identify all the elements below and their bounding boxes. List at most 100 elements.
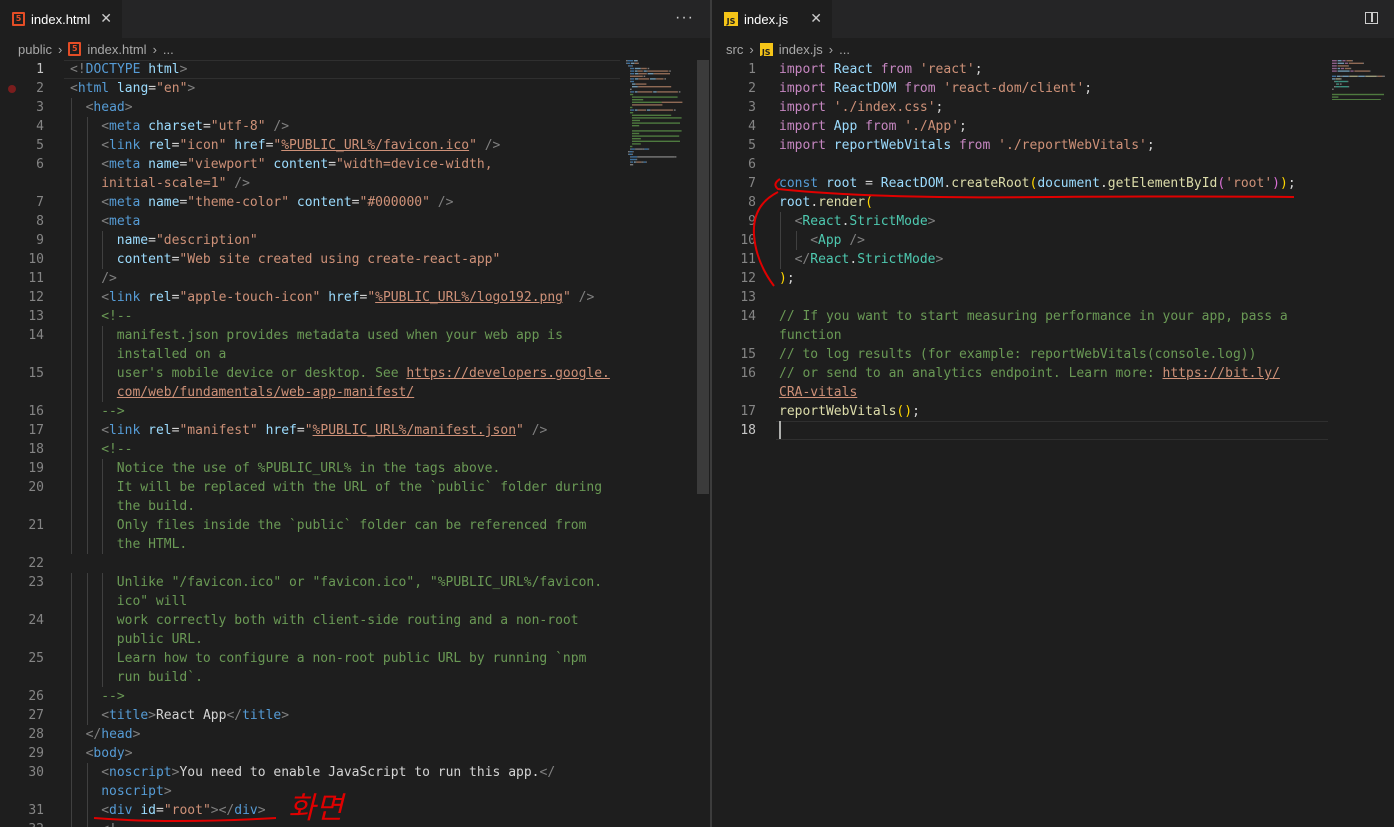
line-number[interactable]: 25 [0,649,44,668]
line-number[interactable]: 12 [0,288,44,307]
code-line[interactable]: 26 --> [0,687,710,706]
vertical-scrollbar[interactable] [697,60,709,494]
line-number[interactable]: 10 [0,250,44,269]
code-line[interactable]: 10 <App /> [712,231,1394,250]
code-line[interactable]: 12); [712,269,1394,288]
code-line[interactable]: 3 import './index.css'; [712,98,1394,117]
line-number[interactable]: 7 [712,174,756,193]
more-actions-icon[interactable]: ··· [675,9,694,27]
code-line[interactable]: 13 [712,288,1394,307]
split-editor-icon[interactable] [1365,12,1378,24]
close-icon[interactable]: ✕ [810,10,822,27]
line-number[interactable]: 1 [712,60,756,79]
code-line[interactable]: 11 </React.StrictMode> [712,250,1394,269]
breadcrumb-file[interactable]: index.js [779,42,823,57]
line-number[interactable]: 17 [0,421,44,440]
line-number[interactable]: 1 [0,60,44,79]
line-number[interactable]: 6 [0,155,44,174]
line-number[interactable]: 10 [712,231,756,250]
code-line[interactable]: 18 <!-- [0,440,710,459]
line-number[interactable]: 8 [712,193,756,212]
line-number[interactable]: 24 [0,611,44,630]
line-number[interactable]: 21 [0,516,44,535]
code-line[interactable]: noscript> [0,782,710,801]
code-line[interactable]: 5 import reportWebVitals from './reportWe… [712,136,1394,155]
code-line[interactable]: 19 Notice the use of %PUBLIC_URL% in the … [0,459,710,478]
line-number[interactable]: 31 [0,801,44,820]
code-line[interactable]: 16 // or send to an analytics endpoint. L… [712,364,1394,383]
code-line[interactable]: 9 name="description" [0,231,710,250]
line-number[interactable]: 11 [0,269,44,288]
line-number[interactable]: 4 [712,117,756,136]
code-line[interactable]: com/web/fundamentals/web-app-manifest/ [0,383,710,402]
code-line[interactable]: 4 import App from './App'; [712,117,1394,136]
line-number[interactable]: 28 [0,725,44,744]
line-number[interactable]: 23 [0,573,44,592]
minimap[interactable] [1332,60,1392,100]
line-number[interactable]: 20 [0,478,44,497]
line-number[interactable]: 3 [0,98,44,117]
line-number[interactable]: 9 [712,212,756,231]
breadcrumb-tail[interactable]: ... [839,42,850,57]
line-number[interactable]: 4 [0,117,44,136]
close-icon[interactable]: ✕ [100,10,112,27]
code-line[interactable]: 5 <link rel="icon" href="%PUBLIC_URL%/fav… [0,136,710,155]
code-line[interactable]: 6 <meta name="viewport" content="width=de… [0,155,710,174]
line-number[interactable]: 16 [0,402,44,421]
line-number[interactable]: 26 [0,687,44,706]
line-number[interactable]: 11 [712,250,756,269]
code-line[interactable]: public URL. [0,630,710,649]
line-number[interactable]: 14 [712,307,756,326]
code-line[interactable]: 21 Only files inside the `public` folder … [0,516,710,535]
code-line[interactable]: 7 <meta name="theme-color" content="#0000… [0,193,710,212]
code-line[interactable]: 27 <title>React App</title> [0,706,710,725]
code-line[interactable]: 6 [712,155,1394,174]
code-line[interactable]: the HTML. [0,535,710,554]
code-line[interactable]: 17 reportWebVitals(); [712,402,1394,421]
code-line[interactable]: 8 root.render( [712,193,1394,212]
code-line[interactable]: 15 user's mobile device or desktop. See h… [0,364,710,383]
code-line[interactable]: function [712,326,1394,345]
code-editor-html[interactable]: 1 <!DOCTYPE html> 2 <html lang="en"> 3 <head>… [0,60,710,827]
code-line[interactable]: 12 <link rel="apple-touch-icon" href="%PU… [0,288,710,307]
code-line[interactable]: 7 const root = ReactDOM. createRoot (docume… [712,174,1394,193]
code-line[interactable]: 4 <meta charset="utf-8" /> [0,117,710,136]
line-number[interactable]: 7 [0,193,44,212]
code-line[interactable]: 28 </head> [0,725,710,744]
line-number[interactable]: 18 [0,440,44,459]
line-number[interactable]: 27 [0,706,44,725]
code-line[interactable]: 31 <div id="root"></div> [0,801,710,820]
line-number[interactable]: 2 [712,79,756,98]
code-line[interactable]: 25 Learn how to configure a non-root publ… [0,649,710,668]
code-line[interactable]: 17 <link rel="manifest" href="%PUBLIC_URL… [0,421,710,440]
code-line[interactable]: the build. [0,497,710,516]
breadcrumb-tail[interactable]: ... [163,42,174,57]
code-line[interactable]: 20 It will be replaced with the URL of th… [0,478,710,497]
line-number[interactable]: 22 [0,554,44,573]
code-line[interactable]: 14 manifest.json provides metadata used w… [0,326,710,345]
code-line[interactable]: 24 work correctly both with client-side r… [0,611,710,630]
line-number[interactable]: 2 [0,79,44,98]
code-line[interactable]: installed on a [0,345,710,364]
line-number[interactable]: 5 [712,136,756,155]
line-number[interactable]: 15 [0,364,44,383]
line-number[interactable]: 12 [712,269,756,288]
breadcrumb-folder[interactable]: src [726,42,743,57]
code-line[interactable]: 2 <html lang="en"> [0,79,710,98]
tab-index-html[interactable]: 5 index.html ✕ [0,0,122,38]
line-number[interactable]: 3 [712,98,756,117]
code-line[interactable]: 30 <noscript>You need to enable JavaScrip… [0,763,710,782]
code-line[interactable]: 14 // If you want to start measuring perf… [712,307,1394,326]
line-number[interactable]: 13 [712,288,756,307]
code-line[interactable]: 22 [0,554,710,573]
code-line[interactable]: 29 <body> [0,744,710,763]
line-number[interactable]: 16 [712,364,756,383]
code-line[interactable]: 10 content="Web site created using create… [0,250,710,269]
code-line[interactable]: run build`. [0,668,710,687]
code-line[interactable]: ico" will [0,592,710,611]
code-line[interactable]: 9 <React.StrictMode> [712,212,1394,231]
line-number[interactable]: 6 [712,155,756,174]
line-number[interactable]: 18 [712,421,756,440]
breadcrumb-file[interactable]: index.html [87,42,146,57]
line-number[interactable]: 32 [0,820,44,827]
